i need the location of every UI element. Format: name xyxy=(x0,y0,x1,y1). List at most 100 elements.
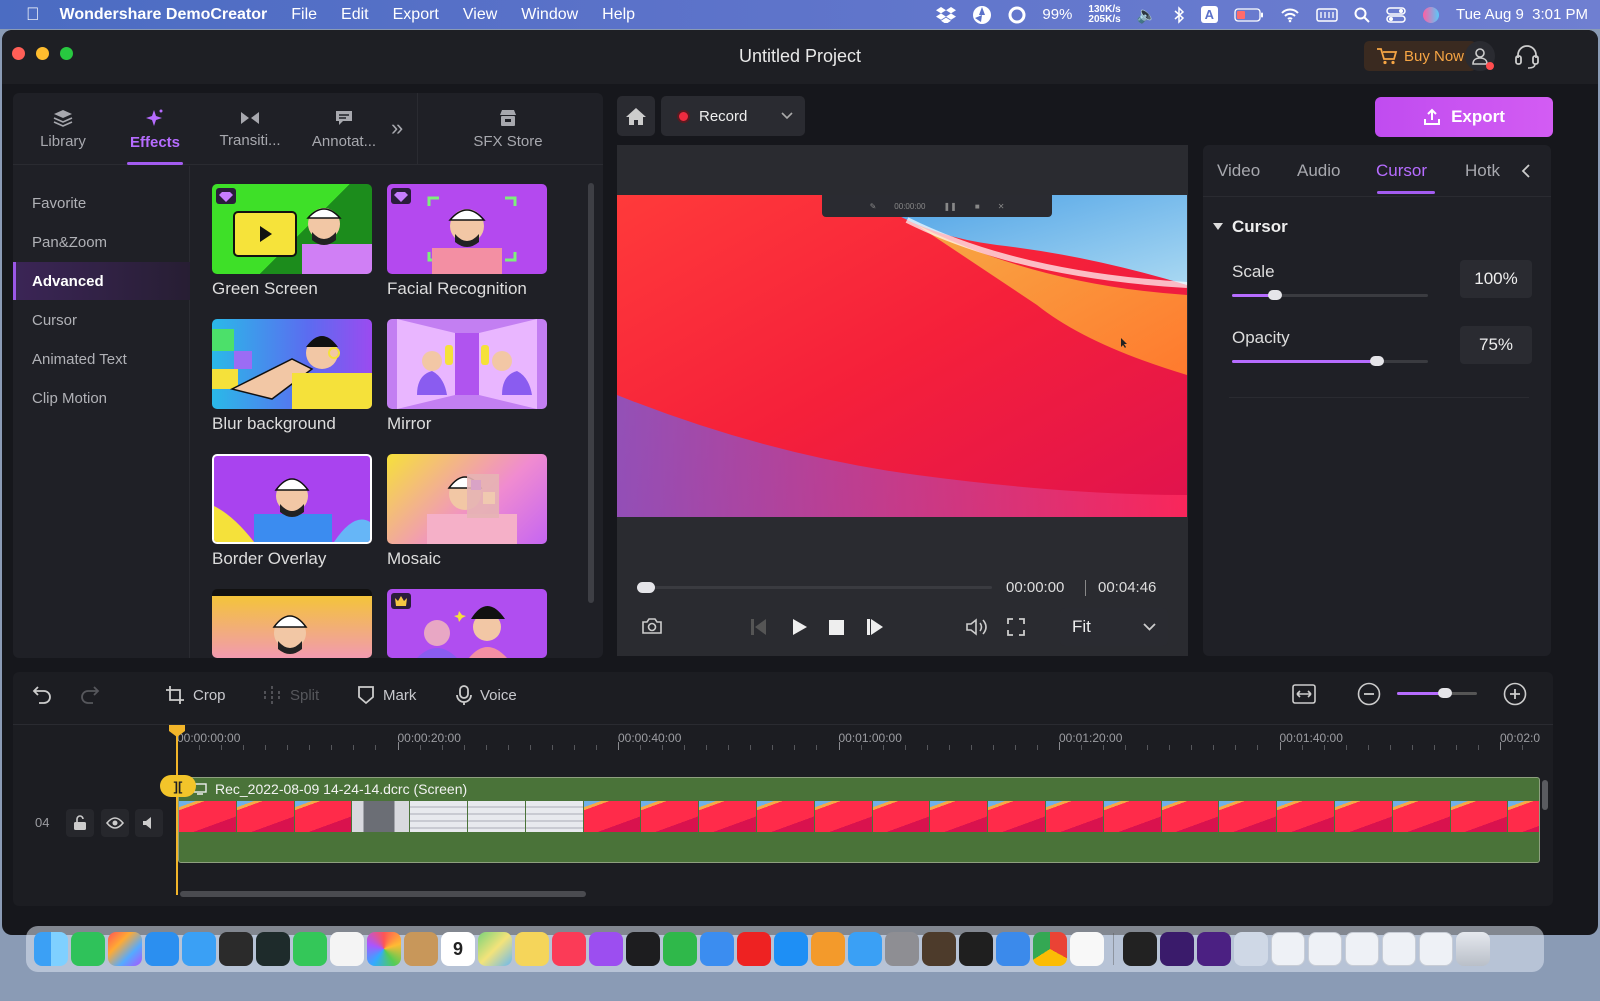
timeline-zoom-handle[interactable] xyxy=(1438,688,1452,698)
siri-icon[interactable] xyxy=(1422,6,1440,24)
mail-icon[interactable] xyxy=(182,932,216,966)
bluetooth-icon[interactable] xyxy=(1173,5,1185,24)
effect-card-green-screen[interactable]: Green Screen xyxy=(212,184,372,299)
sidebar-item-advanced[interactable]: Advanced xyxy=(13,262,190,300)
support-headset-icon[interactable] xyxy=(1513,42,1541,70)
sidebar-item-favorite[interactable]: Favorite xyxy=(13,184,190,222)
chrome-icon[interactable] xyxy=(1033,932,1067,966)
contacts-icon[interactable] xyxy=(404,932,438,966)
messages-icon[interactable] xyxy=(293,932,327,966)
redo-icon[interactable] xyxy=(80,684,100,704)
mini-stop-icon[interactable]: ■ xyxy=(975,202,980,211)
effect-card-facial-recognition[interactable]: Facial Recognition xyxy=(387,184,547,299)
textedit-icon[interactable] xyxy=(1070,932,1104,966)
menu-edit[interactable]: Edit xyxy=(329,6,381,24)
timeline-clip[interactable]: Rec_2022-08-09 14-24-14.dcrc (Screen) xyxy=(178,777,1540,863)
timeline-zoom-slider[interactable] xyxy=(1397,692,1477,695)
playhead-line[interactable] xyxy=(176,727,178,895)
timeline-horizontal-scrollbar[interactable] xyxy=(180,891,586,897)
calendar-icon[interactable]: 9 xyxy=(441,932,475,966)
timeline-ruler[interactable]: 00:00:00:00 00:00:20:00 00:00:40:00 00:01:0… xyxy=(165,725,1540,755)
minimized-window-thumbnail[interactable] xyxy=(1308,932,1342,966)
menu-file[interactable]: File xyxy=(279,6,329,24)
track-lock-button[interactable] xyxy=(66,809,94,837)
sidebar-item-clip-motion[interactable]: Clip Motion xyxy=(13,379,190,417)
tab-hotkey[interactable]: Hotk xyxy=(1465,161,1511,181)
next-frame-icon[interactable] xyxy=(866,618,884,636)
aperture-icon[interactable] xyxy=(972,5,992,25)
pages-icon[interactable] xyxy=(811,932,845,966)
effect-card-blur-background[interactable]: Blur background xyxy=(212,319,372,434)
minimized-window-thumbnail[interactable] xyxy=(1419,932,1453,966)
spotlight-icon[interactable] xyxy=(1354,7,1370,23)
cursor-section-header[interactable]: Cursor xyxy=(1213,217,1288,237)
minimized-window-thumbnail[interactable] xyxy=(1345,932,1379,966)
volume-speaker-icon[interactable] xyxy=(965,617,989,637)
instruments-icon[interactable] xyxy=(922,932,956,966)
wifi-icon[interactable] xyxy=(1280,7,1300,23)
console-icon[interactable] xyxy=(219,932,253,966)
buy-now-button[interactable]: Buy Now xyxy=(1364,41,1476,71)
tab-video[interactable]: Video xyxy=(1217,161,1260,181)
app-menu[interactable]: Wondershare DemoCreator xyxy=(52,6,280,24)
minimized-window-thumbnail[interactable] xyxy=(1382,932,1416,966)
scale-slider[interactable] xyxy=(1232,294,1428,297)
effect-card-border-overlay[interactable]: Border Overlay xyxy=(212,454,372,569)
datetime[interactable]: Tue Aug 9 3:01 PM xyxy=(1456,6,1588,23)
settings-icon[interactable] xyxy=(885,932,919,966)
menu-help[interactable]: Help xyxy=(590,6,647,24)
piano-icon[interactable] xyxy=(1123,932,1157,966)
democreator-icon[interactable] xyxy=(1160,932,1194,966)
keynote-icon[interactable] xyxy=(700,932,734,966)
battery-icon[interactable] xyxy=(1234,7,1264,22)
scrubber-handle[interactable] xyxy=(637,582,655,593)
stop-icon[interactable] xyxy=(829,620,844,635)
reminders-icon[interactable] xyxy=(330,932,364,966)
appstore-icon[interactable] xyxy=(774,932,808,966)
playhead-trim-handle[interactable]: ][ xyxy=(160,775,196,797)
minimized-window-thumbnail[interactable] xyxy=(1271,932,1305,966)
playback-scrubber[interactable] xyxy=(637,586,992,589)
finder-icon[interactable] xyxy=(34,932,68,966)
tv-icon[interactable] xyxy=(626,932,660,966)
notes-icon[interactable] xyxy=(515,932,549,966)
screenshot-icon[interactable] xyxy=(1234,932,1268,966)
zoom-fit-select[interactable]: Fit xyxy=(1060,608,1168,646)
launchpad-icon[interactable] xyxy=(108,932,142,966)
effect-card-7[interactable] xyxy=(212,589,372,658)
sidebar-item-animated-text[interactable]: Animated Text xyxy=(13,340,190,378)
opacity-value[interactable]: 75% xyxy=(1460,326,1532,364)
record-button[interactable]: Record xyxy=(661,96,805,136)
netease-icon[interactable] xyxy=(737,932,771,966)
volume-icon[interactable]: 🔈 xyxy=(1137,5,1157,25)
more-tabs-button[interactable]: » xyxy=(391,115,403,141)
preview-canvas[interactable]: ✎ 00:00:00 ❚❚ ■ ✕ xyxy=(617,195,1187,517)
trash-icon[interactable] xyxy=(1456,932,1490,966)
export-button[interactable]: Export xyxy=(1375,97,1553,137)
sidebar-item-cursor[interactable]: Cursor xyxy=(13,301,190,339)
mini-pen-icon[interactable]: ✎ xyxy=(870,202,877,211)
input-source[interactable]: A xyxy=(1200,6,1218,23)
scale-slider-handle[interactable] xyxy=(1268,290,1283,300)
fit-timeline-icon[interactable] xyxy=(1292,684,1316,704)
terminal-icon[interactable] xyxy=(959,932,993,966)
photos-icon[interactable] xyxy=(367,932,401,966)
zoom-out-icon[interactable] xyxy=(1357,682,1381,706)
preview-icon[interactable] xyxy=(996,932,1030,966)
mark-button[interactable]: Mark xyxy=(357,685,416,705)
tab-audio[interactable]: Audio xyxy=(1297,161,1340,181)
track-vertical-scrollbar[interactable] xyxy=(1542,780,1548,810)
record-status-icon[interactable] xyxy=(1008,6,1026,24)
maps-icon[interactable] xyxy=(478,932,512,966)
opacity-slider[interactable] xyxy=(1232,360,1428,363)
apple-icon[interactable]:  xyxy=(0,4,52,25)
undo-icon[interactable] xyxy=(32,684,52,704)
effect-card-mosaic[interactable]: Mosaic xyxy=(387,454,547,569)
home-button[interactable] xyxy=(617,96,655,136)
scale-value[interactable]: 100% xyxy=(1460,260,1532,298)
menu-window[interactable]: Window xyxy=(509,6,590,24)
democreator2-icon[interactable] xyxy=(1197,932,1231,966)
safari-icon[interactable] xyxy=(145,932,179,966)
menu-view[interactable]: View xyxy=(451,6,509,24)
play-icon[interactable] xyxy=(792,618,808,636)
